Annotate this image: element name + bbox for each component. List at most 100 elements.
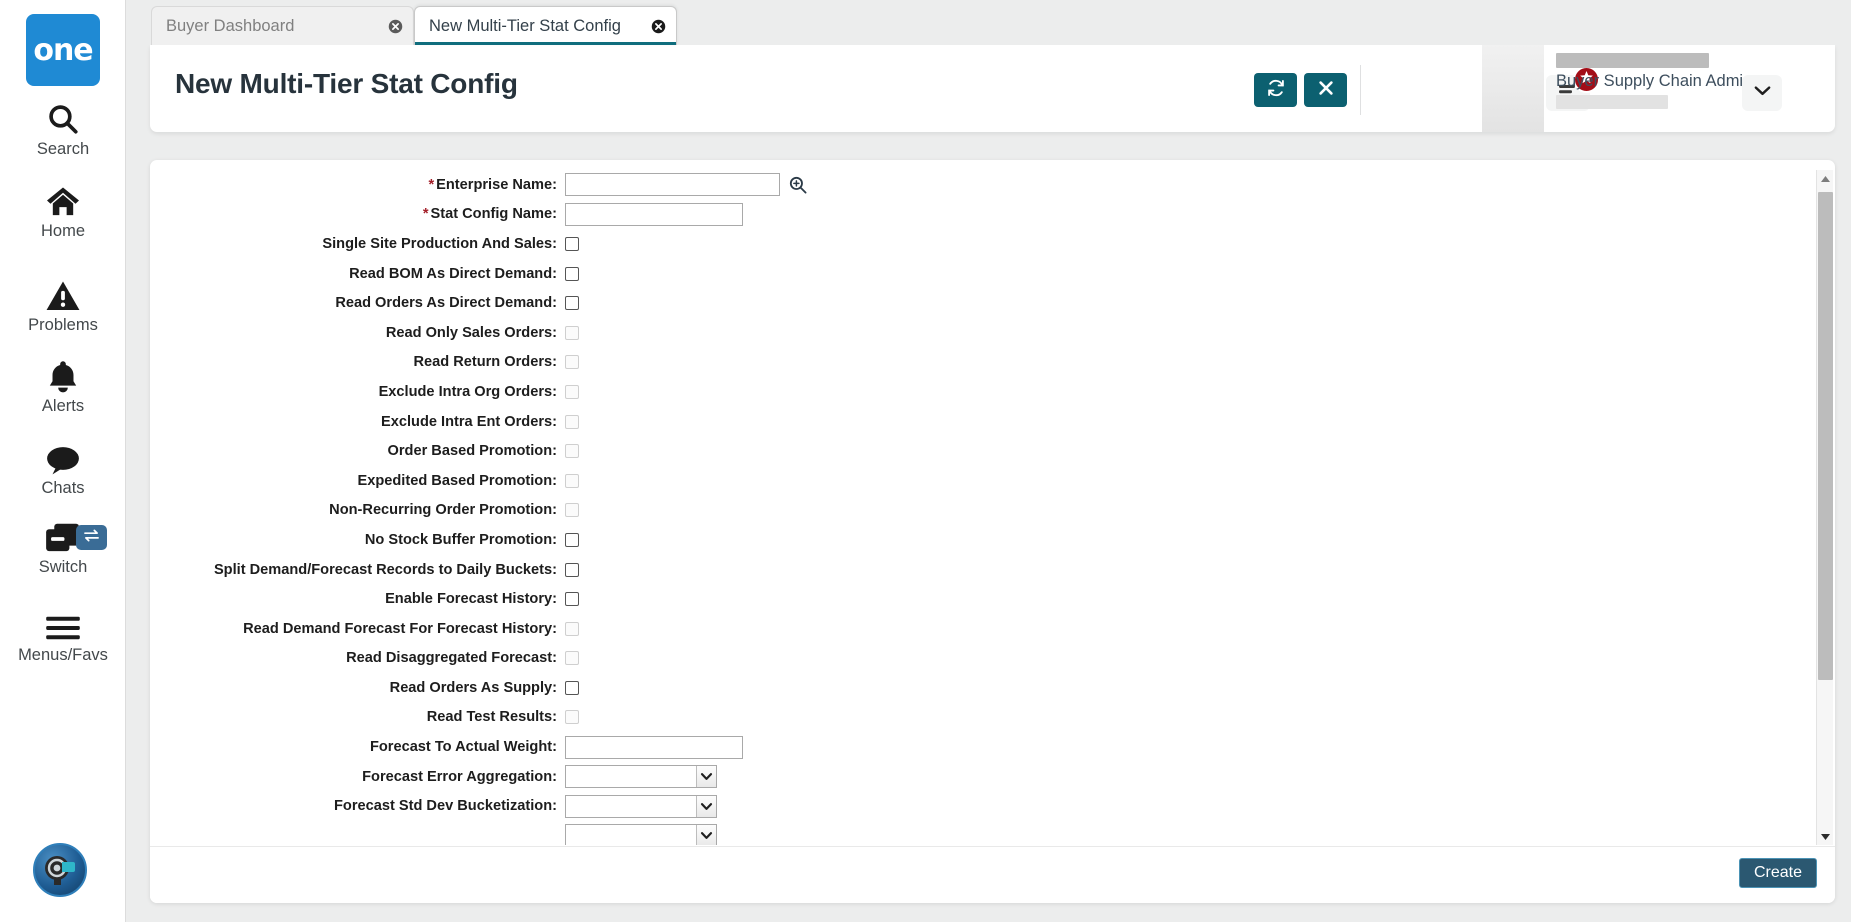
one-logo[interactable]: one: [26, 14, 100, 86]
form-row-label-text: Enable Forecast History:: [385, 591, 557, 608]
close-page-button[interactable]: [1304, 73, 1347, 107]
refresh-icon: [1266, 78, 1286, 103]
form-row: Read Only Sales Orders:: [150, 318, 1835, 348]
rail-item-alerts[interactable]: Alerts: [0, 355, 126, 416]
tab-new-multi-tier-stat-config[interactable]: New Multi-Tier Stat Config: [414, 6, 677, 45]
form-row-control: [565, 621, 579, 636]
form-row-control: [565, 532, 579, 547]
form-row-label: * Enterprise Name:: [150, 177, 565, 193]
rail-item-home[interactable]: Home: [0, 180, 126, 241]
form-row: * Stat Config Name:: [150, 200, 1835, 230]
form-row-control: [565, 651, 579, 666]
chevron-down-icon[interactable]: [696, 795, 716, 817]
user-name-redacted: [1556, 53, 1709, 68]
form-row-label: Forecast To Actual Weight:: [150, 739, 565, 755]
application-window: one Search Home Problems Alerts Chats Sw…: [0, 0, 1851, 922]
form-row: Order Based Promotion:: [150, 436, 1835, 466]
form-row: Enable Forecast History:: [150, 584, 1835, 614]
form-row: Expedited Based Promotion:: [150, 466, 1835, 496]
form-row-label: Read BOM As Direct Demand:: [150, 266, 565, 282]
switch-toggle-badge[interactable]: [76, 525, 107, 550]
user-org-redacted: [1556, 95, 1668, 109]
text-input[interactable]: [565, 173, 780, 197]
checkbox[interactable]: [565, 266, 579, 281]
checkbox[interactable]: [565, 592, 579, 607]
form-row-label: Read Orders As Direct Demand:: [150, 295, 565, 311]
close-circle-icon[interactable]: [366, 19, 403, 34]
search-plus-icon[interactable]: [788, 175, 808, 195]
rail-item-menus-favs[interactable]: Menus/Favs: [0, 604, 126, 665]
form-row-label: Single Site Production And Sales:: [150, 236, 565, 252]
rail-item-home-label: Home: [40, 222, 85, 240]
form-row-label-text: Read BOM As Direct Demand:: [349, 265, 557, 282]
text-input[interactable]: [565, 735, 743, 759]
checkbox[interactable]: [565, 532, 579, 547]
checkbox[interactable]: [565, 236, 579, 251]
form-row: Read Return Orders:: [150, 348, 1835, 378]
form-row-label-text: Order Based Promotion:: [387, 443, 557, 460]
ai-assistant-avatar-icon[interactable]: [33, 843, 87, 897]
form-row-label: Non-Recurring Order Promotion:: [150, 502, 565, 518]
user-role-label: Buyer Supply Chain Admin: [1556, 72, 1753, 90]
create-button[interactable]: Create: [1738, 858, 1817, 888]
form-row-control: [565, 680, 579, 695]
form-row-label-text: Read Demand Forecast For Forecast Histor…: [243, 620, 557, 637]
form-row: Forecast Error Aggregation:: [150, 762, 1835, 792]
warning-triangle-icon: [45, 274, 81, 312]
checkbox: [565, 384, 579, 399]
form-row-control: [565, 710, 579, 725]
search-icon: [46, 98, 80, 136]
checkbox[interactable]: [565, 562, 579, 577]
form-row-label-text: Split Demand/Forecast Records to Daily B…: [213, 561, 557, 578]
form-row-control: [565, 236, 579, 251]
dropdown-select[interactable]: [565, 794, 717, 818]
rail-item-chats[interactable]: Chats: [0, 437, 126, 498]
form-row: [150, 821, 1835, 845]
rail-item-switch[interactable]: Switch: [0, 516, 126, 577]
form-row-control: [565, 414, 579, 429]
form-row-label: Enable Forecast History:: [150, 591, 565, 607]
form-row-label-text: Stat Config Name:: [430, 206, 557, 223]
page-title: New Multi-Tier Stat Config: [175, 68, 518, 99]
form-vertical-scrollbar[interactable]: [1816, 170, 1833, 845]
form-row-label-text: Read Test Results:: [426, 709, 557, 726]
header-divider: [1360, 65, 1361, 115]
form-row-label: Forecast Std Dev Bucketization:: [150, 798, 565, 814]
chevron-down-icon[interactable]: [696, 766, 716, 788]
dropdown-select[interactable]: [565, 765, 717, 789]
form-row: Forecast Std Dev Bucketization:: [150, 791, 1835, 821]
form-row: Read Orders As Supply:: [150, 673, 1835, 703]
rail-item-problems[interactable]: Problems: [0, 274, 126, 335]
form-row-label: Exclude Intra Ent Orders:: [150, 414, 565, 430]
form-row-label-text: Expedited Based Promotion:: [357, 472, 557, 489]
scroll-down-button[interactable]: [1817, 828, 1834, 845]
checkbox[interactable]: [565, 296, 579, 311]
text-input[interactable]: [565, 202, 743, 226]
tab-buyer-dashboard[interactable]: Buyer Dashboard: [151, 6, 414, 45]
hamburger-icon: [44, 604, 82, 642]
scroll-up-button[interactable]: [1817, 170, 1834, 187]
close-circle-icon[interactable]: [629, 19, 666, 34]
form-row-label: No Stock Buffer Promotion:: [150, 532, 565, 548]
user-menu-button[interactable]: [1742, 75, 1782, 111]
form-row-label-text: Forecast To Actual Weight:: [369, 739, 557, 756]
chevron-down-icon: [1753, 84, 1772, 102]
form-row-label: Read Test Results:: [150, 709, 565, 725]
form-footer: Create: [150, 846, 1835, 903]
form-row: Split Demand/Forecast Records to Daily B…: [150, 555, 1835, 585]
chevron-down-icon[interactable]: [696, 825, 716, 845]
form-row-label-text: Forecast Error Aggregation:: [362, 768, 557, 785]
rail-item-search[interactable]: Search: [0, 98, 126, 159]
form-row: Exclude Intra Org Orders:: [150, 377, 1835, 407]
scrollbar-thumb[interactable]: [1818, 192, 1833, 680]
form-row-label-text: Read Only Sales Orders:: [385, 324, 557, 341]
form-row-label: Forecast Error Aggregation:: [150, 769, 565, 785]
dropdown-select[interactable]: [565, 824, 717, 845]
refresh-button[interactable]: [1254, 73, 1297, 107]
checkbox[interactable]: [565, 680, 579, 695]
form-row-label: Order Based Promotion:: [150, 443, 565, 459]
form-row-control: [565, 266, 579, 281]
form-row: Forecast To Actual Weight:: [150, 732, 1835, 762]
form-row-label-text: Exclude Intra Ent Orders:: [381, 413, 557, 430]
form-row-control: [565, 794, 717, 818]
